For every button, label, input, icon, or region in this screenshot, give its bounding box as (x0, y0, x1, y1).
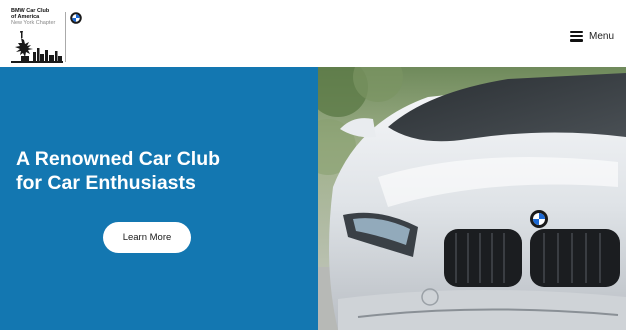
logo-divider (65, 12, 66, 62)
hero-car-image (318, 67, 626, 330)
hero-title-line-2: for Car Enthusiasts (16, 172, 196, 194)
logo-text: BMW Car Club of America New York Chapter (11, 8, 55, 27)
club-logo[interactable]: BMW Car Club of America New York Chapter (11, 8, 86, 64)
learn-more-button[interactable]: Learn More (103, 222, 191, 253)
hero-title: A Renowned Car Club for Car Enthusiasts (16, 147, 306, 195)
menu-button[interactable]: Menu (569, 29, 614, 43)
site-header: BMW Car Club of America New York Chapter (0, 0, 626, 67)
hero-section: A Renowned Car Club for Car Enthusiasts … (0, 67, 626, 330)
menu-label: Menu (588, 30, 614, 42)
statue-of-liberty-icon (11, 31, 63, 63)
logo-line-3: New York Chapter (11, 20, 56, 27)
hamburger-menu-icon (569, 30, 583, 42)
bmw-roundel-icon (70, 12, 82, 24)
hero-blue-panel: A Renowned Car Club for Car Enthusiasts … (0, 67, 318, 330)
hero-title-line-1: A Renowned Car Club (16, 148, 221, 170)
